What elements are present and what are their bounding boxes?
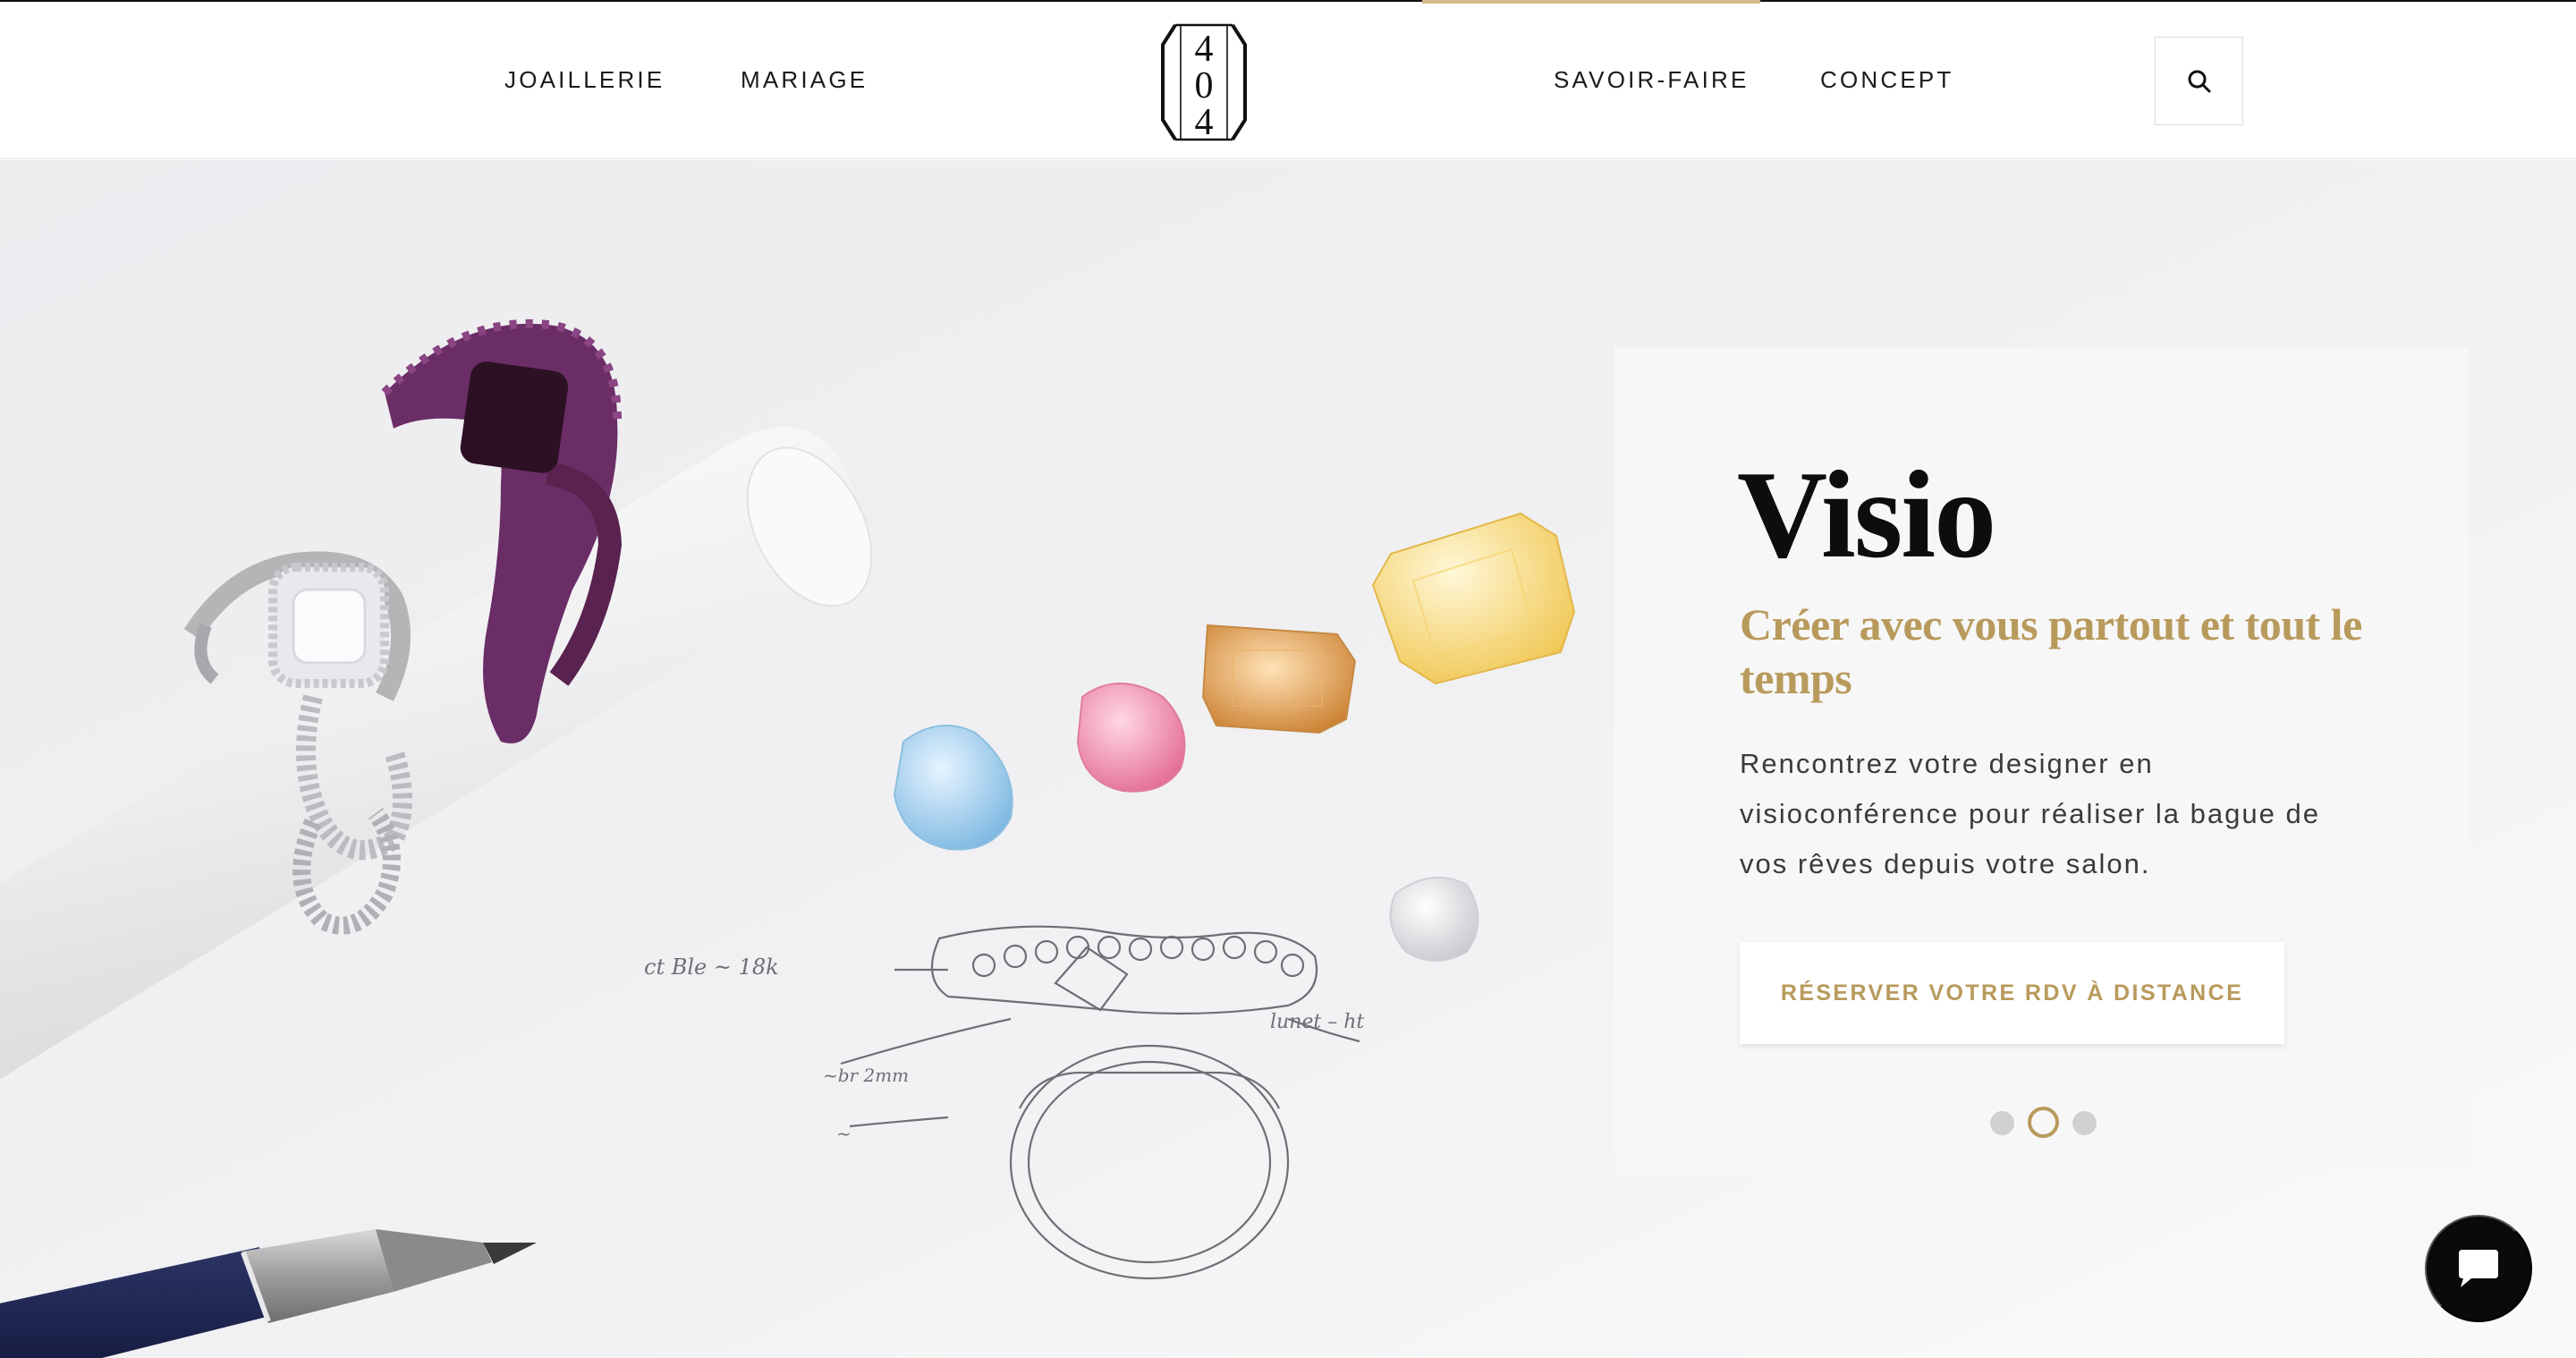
- book-remote-appointment-button[interactable]: RÉSERVER VOTRE RDV À DISTANCE: [1740, 942, 2284, 1044]
- svg-text:0: 0: [1195, 65, 1214, 106]
- svg-text:~br 2mm: ~br 2mm: [823, 1065, 909, 1086]
- svg-text:4: 4: [1195, 102, 1214, 143]
- hero-subtitle: Créer avec vous partout et tout le temps: [1740, 599, 2362, 703]
- active-nav-indicator: [1422, 0, 1760, 4]
- svg-text:lunet – ht: lunet – ht: [1270, 1011, 1364, 1033]
- slider-pagination: [1987, 1106, 2101, 1138]
- svg-text:ct Ble ~ 18k: ct Ble ~ 18k: [644, 955, 779, 980]
- nav-mariage[interactable]: MARIAGE: [741, 66, 868, 94]
- slide-dot-2-active[interactable]: [2028, 1107, 2059, 1138]
- nav-joaillerie[interactable]: JOAILLERIE: [504, 66, 665, 94]
- svg-text:4: 4: [1195, 29, 1214, 70]
- site-logo[interactable]: 4 0 4: [1156, 21, 1252, 143]
- hero-info-card: Visio Créer avec vous partout et tout le…: [1614, 347, 2469, 1170]
- site-header: JOAILLERIE MARIAGE 4 0 4 SAVOIR-FAIRE CO…: [0, 2, 2576, 159]
- hero-banner: ct Ble ~ 18k lunet – ht ~br 2mm ~ Visio …: [0, 160, 2576, 1358]
- hero-title: Visio: [1737, 446, 1996, 584]
- search-button[interactable]: [2155, 37, 2243, 125]
- search-icon: [2188, 70, 2210, 92]
- chat-bubble-icon: [2459, 1250, 2498, 1287]
- hero-description: Rencontrez votre designer en visioconfér…: [1740, 748, 2320, 879]
- logo-emblem: 4 0 4: [1161, 23, 1247, 143]
- slide-dot-3[interactable]: [2072, 1111, 2097, 1135]
- svg-text:~: ~: [836, 1123, 852, 1144]
- nav-concept[interactable]: CONCEPT: [1820, 66, 1954, 94]
- nav-savoir-faire[interactable]: SAVOIR-FAIRE: [1554, 66, 1750, 94]
- live-chat-button[interactable]: [2425, 1215, 2532, 1322]
- slide-dot-1[interactable]: [1990, 1111, 2014, 1135]
